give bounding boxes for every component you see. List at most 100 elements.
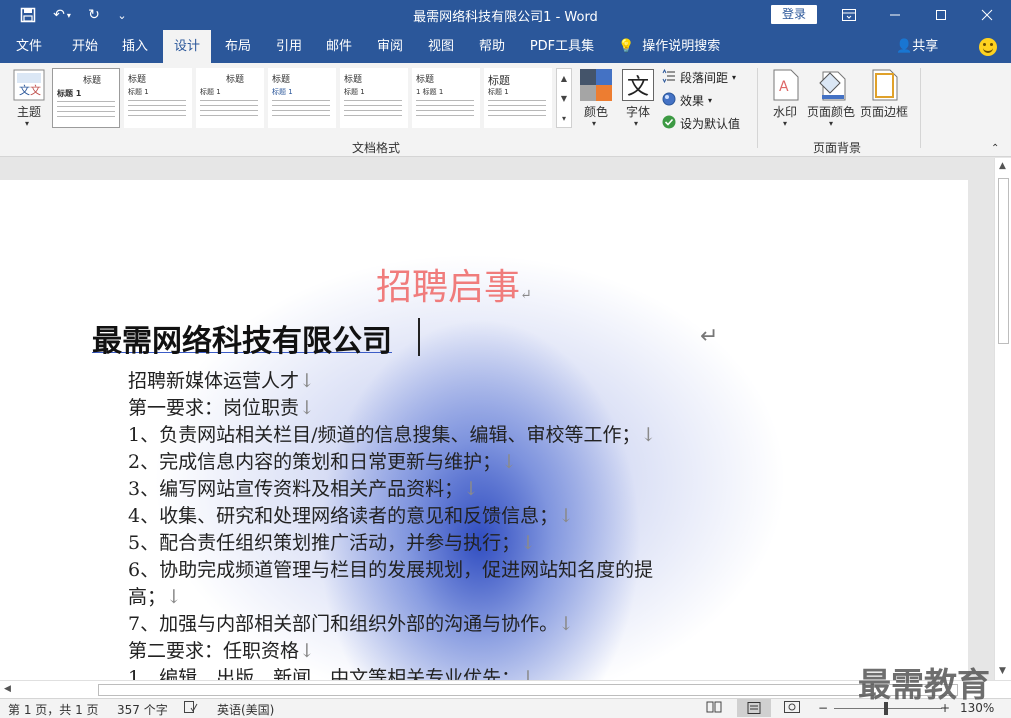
paragraph-line[interactable]: 第二要求：任职资格↓ <box>128 636 315 663</box>
document-page[interactable]: 招聘启事↵ 最需网络科技有限公司 ↵ 招聘新媒体运营人才↓ 第一要求：岗位职责↓… <box>0 180 968 680</box>
tab-layout[interactable]: 布局 <box>215 30 261 63</box>
tab-references[interactable]: 引用 <box>266 30 312 63</box>
style-set-item[interactable]: 标题 标题 1 <box>268 68 336 128</box>
effects-icon <box>662 92 676 109</box>
page-background-group-label: 页面背景 <box>813 141 862 155</box>
tab-insert[interactable]: 插入 <box>113 30 157 63</box>
paragraph-spacing-dropdown-icon: ▾ <box>732 73 737 82</box>
fonts-icon[interactable]: 文 <box>622 69 654 104</box>
tab-mailings[interactable]: 邮件 <box>316 30 362 63</box>
maximize-icon[interactable] <box>918 0 964 30</box>
tab-home[interactable]: 开始 <box>60 30 110 63</box>
tell-me-search[interactable]: 💡 操作说明搜索 <box>618 30 720 63</box>
gallery-more-icon[interactable]: ▾ <box>557 109 571 129</box>
set-as-default-button[interactable]: 设为默认值 <box>662 115 740 132</box>
style-set-item[interactable]: 标题 标题 1 <box>52 68 120 128</box>
paragraph-line[interactable]: 6、协助完成频道管理与栏目的发展规划，促进网站知名度的提 <box>128 555 653 582</box>
paragraph-spacing-icon <box>662 68 676 86</box>
watermark-dropdown-icon: ▾ <box>783 119 788 128</box>
group-separator <box>920 68 921 148</box>
themes-dropdown-icon[interactable]: ▾ <box>25 119 29 128</box>
watermark-icon[interactable]: A <box>773 69 799 104</box>
page-color-icon[interactable] <box>818 69 848 104</box>
paragraph-line[interactable]: 4、收集、研究和处理网络读者的意见和反馈信息；↓ <box>128 501 574 528</box>
zoom-out-icon[interactable]: − <box>818 701 828 715</box>
zoom-slider[interactable] <box>834 708 942 709</box>
tab-help[interactable]: 帮助 <box>469 30 515 63</box>
text-cursor <box>418 318 420 356</box>
document-formatting-group-label: 文档格式 <box>352 141 401 155</box>
tab-file[interactable]: 文件 <box>6 30 52 63</box>
page-borders-icon[interactable] <box>872 69 898 104</box>
collapse-ribbon-icon[interactable]: ⌃ <box>991 143 999 154</box>
paragraph-spacing-label: 段落间距 <box>680 71 729 85</box>
language-status[interactable]: 英语(美国) <box>217 701 274 718</box>
ribbon-display-options-icon[interactable] <box>826 0 872 30</box>
style-set-item[interactable]: 标题 标题 1 <box>484 68 552 128</box>
paragraph-line[interactable]: 1、编辑、出版、新闻、中文等相关专业优先；↓ <box>128 663 536 680</box>
share-label: 共享 <box>912 39 939 54</box>
colors-dropdown-icon[interactable]: ▾ <box>592 119 596 128</box>
paragraph-line[interactable]: 3、编写网站宣传资料及相关产品资料；↓ <box>128 474 479 501</box>
tab-view[interactable]: 视图 <box>418 30 464 63</box>
page-count[interactable]: 第 1 页，共 1 页 <box>8 701 99 718</box>
gallery-scroll[interactable]: ▲ ▼ ▾ <box>556 68 572 128</box>
company-name[interactable]: 最需网络科技有限公司 <box>92 316 392 360</box>
close-icon[interactable] <box>964 0 1010 30</box>
login-button[interactable]: 登录 <box>771 5 817 24</box>
vertical-scroll-thumb[interactable] <box>998 178 1009 344</box>
paragraph-line[interactable]: 高；↓ <box>128 582 182 609</box>
gallery-up-icon[interactable]: ▲ <box>557 69 571 89</box>
svg-text:文: 文 <box>627 75 649 100</box>
print-layout-icon <box>747 702 761 717</box>
style-set-item[interactable]: 标题 标题 1 <box>340 68 408 128</box>
document-canvas[interactable]: 招聘启事↵ 最需网络科技有限公司 ↵ 招聘新媒体运营人才↓ 第一要求：岗位职责↓… <box>0 158 994 680</box>
tab-design[interactable]: 设计 <box>163 30 211 63</box>
group-separator <box>757 68 758 148</box>
tab-pdf-tools[interactable]: PDF工具集 <box>524 30 600 63</box>
scroll-left-icon[interactable]: ◀ <box>4 684 11 694</box>
page-color-label[interactable]: 页面颜色 <box>807 103 855 120</box>
read-mode-icon[interactable] <box>706 701 722 716</box>
tab-review[interactable]: 审阅 <box>367 30 413 63</box>
page-borders-label[interactable]: 页面边框 <box>860 103 908 120</box>
fonts-dropdown-icon[interactable]: ▾ <box>634 119 638 128</box>
share-button[interactable]: 👤共享 <box>896 30 938 63</box>
proofing-icon[interactable] <box>184 701 198 716</box>
themes-label[interactable]: 主题 <box>17 103 41 120</box>
style-set-item[interactable]: 标题 标题 1 <box>124 68 192 128</box>
title-bar: ↶ ▾ ↻ ⌄ 最需网络科技有限公司1 - Word 登录 <box>0 0 1011 30</box>
minimize-icon[interactable] <box>872 0 918 30</box>
web-layout-icon[interactable] <box>784 701 800 716</box>
lightbulb-icon: 💡 <box>618 39 635 54</box>
watermark-label[interactable]: 水印 <box>773 103 797 120</box>
scroll-up-icon[interactable]: ▲ <box>999 161 1006 171</box>
feedback-smiley-icon[interactable] <box>979 38 997 56</box>
colors-icon[interactable] <box>580 69 612 104</box>
paragraph-line[interactable]: 2、完成信息内容的策划和日常更新与维护；↓ <box>128 447 517 474</box>
colors-label[interactable]: 颜色 <box>584 103 608 120</box>
paragraph-line[interactable]: 1、负责网站相关栏目/频道的信息搜集、编辑、审校等工作；↓ <box>128 420 656 447</box>
horizontal-scroll-thumb[interactable] <box>98 684 958 696</box>
style-set-item[interactable]: 标题 标题 1 <box>196 68 264 128</box>
page-color-dropdown-icon: ▾ <box>829 119 834 128</box>
word-count[interactable]: 357 个字 <box>117 701 168 718</box>
paragraph-line[interactable]: 7、加强与内部相关部门和组织外部的沟通与协作。↓ <box>128 609 574 636</box>
vertical-scrollbar[interactable]: ▲ ▼ <box>994 158 1011 680</box>
set-as-default-label: 设为默认值 <box>680 117 741 131</box>
fonts-label[interactable]: 字体 <box>626 103 650 120</box>
scroll-down-icon[interactable]: ▼ <box>999 666 1006 676</box>
paragraph-line[interactable]: 招聘新媒体运营人才↓ <box>128 366 315 393</box>
paragraph-line[interactable]: 第一要求：岗位职责↓ <box>128 393 315 420</box>
paragraph-spacing-button[interactable]: 段落间距 ▾ <box>662 68 737 86</box>
style-set-item[interactable]: 标题 1 标题 1 <box>412 68 480 128</box>
svg-text:文: 文 <box>19 83 30 97</box>
paragraph-line[interactable]: 5、配合责任组织策划推广活动，并参与执行；↓ <box>128 528 536 555</box>
print-layout-button[interactable] <box>737 699 771 717</box>
style-set-gallery: 标题 标题 1 标题 标题 1 标题 标题 1 标题 标题 1 标题 标题 1 … <box>52 68 572 128</box>
tell-me-label: 操作说明搜索 <box>642 39 721 54</box>
effects-button[interactable]: 效果 ▾ <box>662 92 712 109</box>
document-heading[interactable]: 招聘启事↵ <box>376 258 532 310</box>
gallery-down-icon[interactable]: ▼ <box>557 89 571 109</box>
themes-icon[interactable]: 文文 <box>13 69 45 104</box>
